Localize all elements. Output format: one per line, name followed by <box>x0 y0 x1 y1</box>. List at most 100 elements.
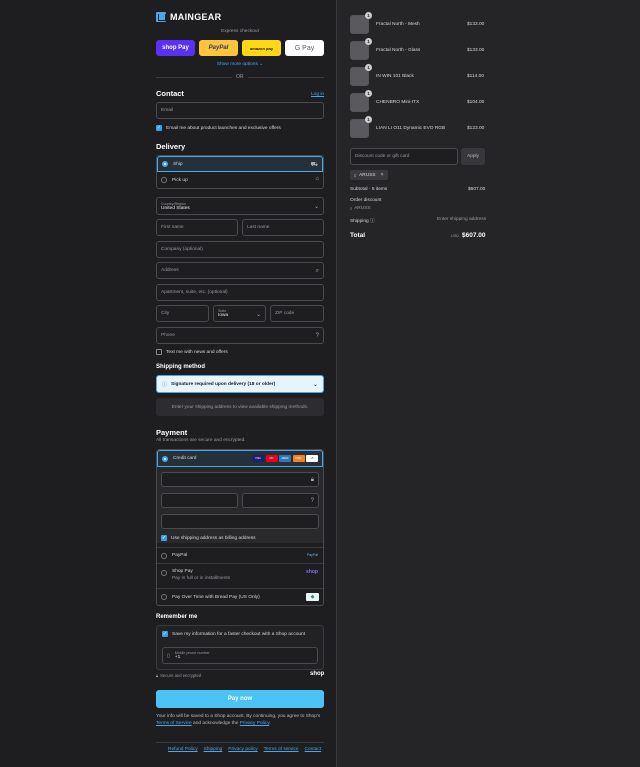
footer-links: Refund Policy Shipping Privacy policy Te… <box>168 747 321 752</box>
pickup-label: Pick up <box>172 177 188 183</box>
pickup-option[interactable]: Pick up ⌂ <box>157 172 323 188</box>
delivery-method-group: Ship ⛟ Pick up ⌂ <box>156 155 324 189</box>
lock-icon: 🔒︎ <box>156 673 159 678</box>
delivery-heading: Delivery <box>156 142 186 151</box>
secure-label: Secure and encrypted <box>160 673 202 678</box>
paypal-button[interactable]: PayPal <box>199 40 238 56</box>
cart-item: 1 Fractal North - Glass $133.00 <box>350 38 485 60</box>
paypal-radio[interactable] <box>161 552 167 559</box>
footer-shipping-link[interactable]: Shipping <box>204 747 223 752</box>
shipping-methods-placeholder: Enter your shipping address to view avai… <box>156 398 324 416</box>
ship-option[interactable]: Ship ⛟ <box>157 156 323 172</box>
text-optin-checkbox[interactable] <box>156 349 162 355</box>
amazon-pay-button[interactable]: amazon pay <box>242 40 281 56</box>
billing-same-row[interactable]: ✓ Use shipping address as billing addres… <box>161 535 256 541</box>
bread-pay-label: Pay Over Time with Bread Pay (US Only) <box>172 594 260 600</box>
credit-card-option[interactable]: Credit card VISA MC AMEX DISC +5 <box>157 450 323 467</box>
card-number-field[interactable]: 🔒︎ <box>161 472 319 487</box>
bread-logo-icon: ◆ <box>306 593 319 601</box>
product-price: $104.00 <box>467 100 485 105</box>
chevron-down-icon: ⌄ <box>255 312 261 318</box>
chevron-down-icon: ⌄ <box>313 204 319 210</box>
terms-link[interactable]: Terms of Service <box>156 721 192 726</box>
bread-pay-radio[interactable] <box>161 594 167 600</box>
text-optin-label: Text me with news and offers <box>166 349 228 355</box>
product-price: $133.00 <box>467 48 485 53</box>
discount-tag-code: ARUSS <box>359 172 376 178</box>
google-pay-button[interactable]: G Pay <box>285 40 324 56</box>
address-field[interactable]: Address ⌕ <box>156 262 324 279</box>
order-discount-label: Order discount <box>350 198 382 203</box>
pickup-radio[interactable] <box>161 177 167 183</box>
email-field[interactable]: Email <box>156 102 324 119</box>
chevron-down-icon[interactable]: ⌄ <box>313 381 318 388</box>
show-more-options-link[interactable]: Show more options ⌄ <box>156 62 324 67</box>
quantity-badge: 1 <box>365 90 372 97</box>
discover-icon: DISC <box>292 455 305 462</box>
search-icon: ⌕ <box>315 268 319 274</box>
payment-subtitle: All transactions are secure and encrypte… <box>156 438 246 443</box>
quantity-badge: 1 <box>365 116 372 123</box>
tag-icon: ⌑ <box>350 206 353 211</box>
country-select[interactable]: Country/Region United States ⌄ <box>156 197 324 215</box>
phone-field[interactable]: Phone ? <box>156 327 324 344</box>
paypal-label: PayPal <box>172 553 188 558</box>
zip-field[interactable]: ZIP code <box>270 305 324 322</box>
signature-notice[interactable]: ⓘ Signature required upon delivery (18 o… <box>156 375 324 393</box>
billing-same-checkbox[interactable]: ✓ <box>161 535 167 541</box>
city-field[interactable]: City <box>156 305 209 322</box>
paypal-option[interactable]: PayPal PayPal <box>157 547 323 563</box>
address-placeholder: Address <box>161 268 179 273</box>
security-code-field[interactable]: ? <box>242 493 319 508</box>
login-link[interactable]: Log in <box>311 92 324 97</box>
shop-pay-radio[interactable] <box>161 570 167 576</box>
ship-radio[interactable] <box>162 161 168 167</box>
name-on-card-field[interactable] <box>161 514 319 529</box>
secure-note: 🔒︎ Secure and encrypted <box>156 673 201 678</box>
currency-label: USD <box>451 234 460 238</box>
maingear-logo-icon <box>156 12 166 22</box>
more-cards-icon: +5 <box>306 455 318 462</box>
amex-icon: AMEX <box>279 455 291 462</box>
company-field[interactable]: Company (optional) <box>156 241 324 258</box>
mobile-phone-field[interactable]: ▯ Mobile phone number +1 <box>162 647 318 664</box>
email-optin-row[interactable]: ✓ Email me about product launches and ex… <box>156 125 281 131</box>
shipping-label[interactable]: Shipping ⓘ <box>350 217 375 224</box>
first-name-field[interactable]: First name <box>156 219 238 236</box>
save-info-label: Save my information for a faster checkou… <box>172 631 306 637</box>
legal-text-part-3: . <box>269 721 271 726</box>
order-discount-code-text: ARUSS <box>354 206 371 211</box>
footer-terms-link[interactable]: Terms of service <box>264 747 299 752</box>
bread-pay-option[interactable]: Pay Over Time with Bread Pay (US Only) ◆ <box>157 588 323 605</box>
discount-code-field[interactable]: Discount code or gift card <box>350 148 458 165</box>
email-optin-checkbox[interactable]: ✓ <box>156 125 162 131</box>
pay-now-button[interactable]: Pay now <box>156 690 324 708</box>
last-name-field[interactable]: Last name <box>242 219 324 236</box>
save-info-row[interactable]: ✓ Save my information for a faster check… <box>162 631 305 637</box>
footer-privacy-policy-link[interactable]: Privacy policy <box>228 747 257 752</box>
save-info-checkbox[interactable]: ✓ <box>162 631 168 637</box>
privacy-link[interactable]: Privacy Policy <box>240 721 270 726</box>
order-discount-code: ⌑ ARUSS <box>350 206 371 211</box>
or-label: OR <box>232 74 248 80</box>
footer-contact-link[interactable]: Contact <box>305 747 322 752</box>
expiration-date-field[interactable] <box>161 493 238 508</box>
remove-discount-icon[interactable]: × <box>381 172 384 178</box>
brand-logo[interactable]: MAINGEAR <box>156 12 221 22</box>
tag-icon: ⌑ <box>354 172 357 178</box>
apply-discount-button[interactable]: Apply <box>461 148 485 165</box>
credit-card-radio[interactable] <box>162 455 168 462</box>
shop-logo: shop <box>310 671 325 677</box>
card-brand-badges: VISA MC AMEX DISC +5 <box>252 455 318 462</box>
help-icon[interactable]: ? <box>316 333 319 339</box>
text-optin-row[interactable]: Text me with news and offers <box>156 349 228 355</box>
info-icon: ⓘ <box>162 381 168 388</box>
shop-pay-button[interactable]: shop Pay <box>156 40 195 56</box>
shop-pay-option[interactable]: Shop Pay Pay in full or in installments … <box>157 563 323 587</box>
checkout-form-panel: MAINGEAR Express checkout shop Pay PayPa… <box>0 0 336 767</box>
footer-refund-policy-link[interactable]: Refund Policy <box>168 747 198 752</box>
shipping-methods-hint: Enter your shipping address to view avai… <box>171 404 309 410</box>
help-icon[interactable]: ? <box>311 498 314 504</box>
state-select[interactable]: State Iowa ⌄ <box>213 305 266 322</box>
apartment-field[interactable]: Apartment, suite, etc. (optional) <box>156 284 324 301</box>
